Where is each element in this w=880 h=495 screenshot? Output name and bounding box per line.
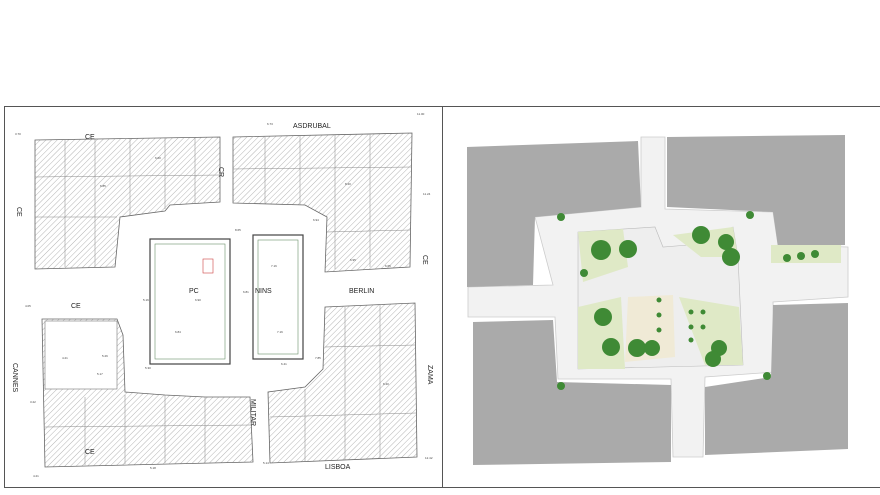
tree	[594, 308, 612, 326]
tree	[746, 211, 754, 219]
elevation-label: 6.73	[267, 122, 273, 126]
tree	[656, 297, 662, 303]
elevation-label: 11.00	[417, 112, 425, 116]
tree	[763, 372, 771, 380]
street-label-cr: CR	[217, 167, 224, 177]
tree	[656, 312, 662, 318]
elevation-label: 6.00	[155, 156, 161, 160]
elevation-label: 5.16	[143, 298, 149, 302]
elevation-label: 5.17	[97, 372, 103, 376]
survey-plan-drawing: CE ASDRUBAL CR CE CE CE BERLIN CANNES ZA…	[11, 112, 433, 478]
tree	[619, 240, 637, 258]
street-label-lisboa: LISBOA	[325, 464, 351, 471]
landscape-plan-drawing	[443, 107, 880, 487]
street-label-ce-left: CE	[15, 207, 22, 217]
tree	[688, 324, 694, 330]
survey-plan-panel: CE ASDRUBAL CR CE CE CE BERLIN CANNES ZA…	[4, 107, 442, 487]
elevation-label: 8.65	[235, 228, 241, 232]
street-label-berlin: BERLIN	[349, 288, 374, 295]
tree	[700, 324, 706, 330]
tree	[718, 234, 734, 250]
tree	[811, 250, 819, 258]
tree	[591, 240, 611, 260]
elevation-label: 11.24	[423, 192, 431, 196]
elevation-label: 6.95	[350, 258, 356, 262]
elevation-label: 7.16	[271, 264, 277, 268]
street-label-ce-top: CE	[85, 134, 95, 141]
block-pc	[149, 238, 231, 365]
tree	[580, 269, 588, 277]
street-label-militar: MILITAR	[249, 399, 256, 426]
tree	[783, 254, 791, 262]
tree	[688, 337, 694, 343]
landscape-plan-panel	[442, 107, 880, 487]
tree	[644, 340, 660, 356]
street-label-ce-right: CE	[421, 255, 428, 265]
elevation-label: 6.94	[313, 218, 319, 222]
drawing-frame: CE ASDRUBAL CR CE CE CE BERLIN CANNES ZA…	[4, 106, 880, 488]
street-label-asdrubal: ASDRUBAL	[293, 123, 331, 130]
tree	[557, 382, 565, 390]
elevation-label: 5.30	[145, 366, 151, 370]
elevation-label: 4.21	[62, 356, 68, 360]
tree	[557, 213, 565, 221]
elevation-label: 5.26	[102, 354, 108, 358]
block-nins	[252, 234, 304, 360]
tree	[797, 252, 805, 260]
street-label-zama: ZAMA	[426, 365, 433, 385]
elevation-label: 4.05	[25, 304, 31, 308]
tree	[602, 338, 620, 356]
block-label-nins: NINS	[255, 288, 272, 295]
elevation-label: 7.85	[315, 356, 321, 360]
block-label-pc: PC	[189, 288, 199, 295]
tree	[688, 309, 694, 315]
elevation-label: 6.40	[383, 382, 389, 386]
tree	[705, 351, 721, 367]
tree	[692, 226, 710, 244]
elevation-label: 6.81	[243, 290, 249, 294]
green-strip	[771, 245, 841, 263]
elevation-label: 4.21	[33, 474, 39, 478]
elevation-label: 6.90	[195, 298, 201, 302]
elevation-label: 6.85	[100, 184, 106, 188]
tree	[628, 339, 646, 357]
elevation-label: 3.70	[15, 132, 21, 136]
elevation-label: 12.42	[425, 456, 433, 460]
elevation-label: 8.40	[345, 182, 351, 186]
tree	[656, 327, 662, 333]
elevation-label: 3.22	[30, 400, 36, 404]
tree	[722, 248, 740, 266]
tree	[700, 309, 706, 315]
green-area	[578, 297, 625, 369]
street-label-ce-mid-left: CE	[71, 303, 81, 310]
elevation-label: 5.14	[263, 461, 269, 465]
elevation-label: 5.18	[150, 466, 156, 470]
elevation-label: 7.16	[277, 330, 283, 334]
elevation-label: 6.65	[385, 264, 391, 268]
elevation-label: 6.84	[175, 330, 181, 334]
elevation-label: 6.41	[281, 362, 287, 366]
street-label-ce-bottom: CE	[85, 449, 95, 456]
street-label-cannes: CANNES	[11, 363, 18, 393]
